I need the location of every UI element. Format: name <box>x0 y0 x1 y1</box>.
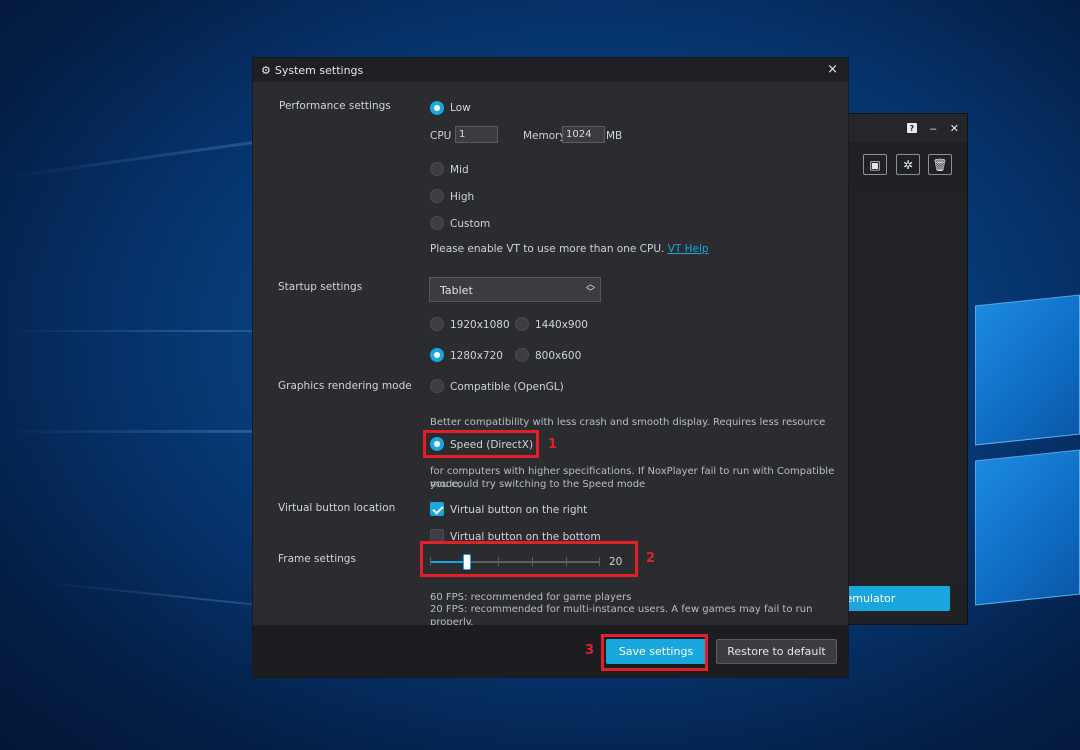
radio-performance-low[interactable] <box>430 101 444 115</box>
trash-icon[interactable]: 🗑 <box>928 154 952 175</box>
compatible-description: Better compatibility with less crash and… <box>430 417 826 428</box>
radio-performance-custom-label: Custom <box>450 218 491 230</box>
dialog-titlebar: ⚙ System settings <box>253 58 848 82</box>
checkbox-virtual-button-right[interactable] <box>430 502 444 516</box>
radio-res-800x600[interactable] <box>515 348 529 362</box>
chevron-updown-icon: ︿ ﹀ <box>585 280 595 298</box>
highlight-box-3 <box>601 634 708 671</box>
graphics-mode-label: Graphics rendering mode <box>278 380 412 392</box>
gear-icon[interactable]: ✲ <box>896 154 920 175</box>
radio-performance-high[interactable] <box>430 189 444 203</box>
memory-label: Memory <box>523 130 566 142</box>
emulator-list <box>831 189 967 584</box>
help-icon[interactable]: ? <box>906 123 917 133</box>
windows-logo-pane <box>975 294 1080 446</box>
startup-settings-label: Startup settings <box>278 281 363 293</box>
radio-performance-high-label: High <box>450 191 475 203</box>
emulator-background-window: ? ‒ ✕ ▣ ✲ 🗑 d emulator <box>821 113 968 625</box>
startup-mode-value: Tablet <box>440 284 473 297</box>
dialog-footer: Save settings Restore to default <box>253 625 848 677</box>
radio-res-1440x900-label: 1440x900 <box>535 319 588 331</box>
radio-compatible-opengl-label: Compatible (OpenGL) <box>450 381 564 393</box>
highlight-box-1 <box>423 430 539 458</box>
startup-mode-select[interactable]: Tablet ︿ ﹀ <box>429 277 601 302</box>
frame-settings-label: Frame settings <box>278 553 356 565</box>
radio-res-1920x1080-label: 1920x1080 <box>450 319 510 331</box>
vt-note: Please enable VT to use more than one CP… <box>430 243 709 255</box>
annotation-marker-3: 3 <box>585 643 595 658</box>
memory-input[interactable] <box>562 126 605 143</box>
annotation-marker-1: 1 <box>548 437 558 452</box>
radio-res-1920x1080[interactable] <box>430 317 444 331</box>
system-settings-dialog: ⚙ System settings × Performance settings… <box>252 57 849 678</box>
vt-note-text: Please enable VT to use more than one CP… <box>430 243 665 255</box>
cpu-label: CPU <box>430 130 452 142</box>
emulator-titlebar: ? ‒ ✕ <box>831 114 967 142</box>
checkbox-virtual-button-right-label: Virtual button on the right <box>450 504 588 516</box>
radio-res-800x600-label: 800x600 <box>535 350 582 362</box>
gear-icon: ⚙ <box>261 63 271 77</box>
vt-help-link[interactable]: VT Help <box>668 243 709 255</box>
radio-performance-mid-label: Mid <box>450 164 469 176</box>
cpu-input[interactable] <box>455 126 498 143</box>
dialog-title: System settings <box>274 63 364 77</box>
radio-res-1440x900[interactable] <box>515 317 529 331</box>
emulator-toolbar: ▣ ✲ 🗑 <box>821 154 967 176</box>
image-icon[interactable]: ▣ <box>863 154 887 175</box>
memory-unit: MB <box>606 130 623 142</box>
minimize-button[interactable]: ‒ <box>930 122 937 135</box>
annotation-marker-2: 2 <box>646 551 656 566</box>
speed-description-line2: you could try switching to the Speed mod… <box>430 479 646 490</box>
performance-settings-label: Performance settings <box>279 100 391 112</box>
radio-res-1280x720-label: 1280x720 <box>450 350 503 362</box>
close-button[interactable]: ✕ <box>950 122 959 135</box>
radio-performance-custom[interactable] <box>430 216 444 230</box>
windows-logo-pane <box>975 449 1080 606</box>
highlight-box-2 <box>420 541 638 577</box>
dialog-close-button[interactable]: × <box>827 62 838 77</box>
radio-performance-low-label: Low <box>450 102 471 114</box>
radio-compatible-opengl[interactable] <box>430 379 444 393</box>
radio-performance-mid[interactable] <box>430 162 444 176</box>
virtual-button-location-label: Virtual button location <box>278 502 396 514</box>
restore-default-button[interactable]: Restore to default <box>716 639 837 664</box>
radio-res-1280x720[interactable] <box>430 348 444 362</box>
